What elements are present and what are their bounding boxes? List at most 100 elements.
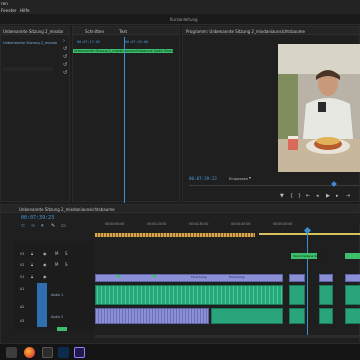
go-to-in-icon[interactable]: ⇤ (306, 194, 310, 199)
tab-text[interactable]: Text (119, 29, 127, 34)
audio-clip-a2[interactable] (289, 308, 305, 324)
menu-item-fenster[interactable]: Fenster (1, 8, 17, 13)
source-clip[interactable]: Unbenannte Sitzung 2_mixdaniaunsichtsbau… (73, 49, 186, 53)
track-target-source[interactable] (37, 283, 47, 327)
reset-icon[interactable]: ↺ (63, 47, 67, 52)
snap-icon[interactable]: ⊂ (21, 224, 25, 229)
ruler-label: 00:04:00:00 (105, 222, 125, 226)
source-panel: Schnitten Text 00:07:17:02 00:07:42:00 U… (72, 26, 186, 203)
program-monitor: Programm: Unbenannte Sitzung 2_mixdaniau… (182, 26, 360, 202)
audio-clip-a2[interactable] (95, 308, 209, 324)
source-clip-label: Unbenannte Sitzung 2_mixdaniaunsichtsbau… (74, 49, 187, 53)
fx-badge (117, 275, 120, 278)
source-playhead[interactable] (124, 37, 125, 203)
title-bar: Kurzanleitung (0, 14, 360, 25)
video-clip[interactable] (289, 274, 305, 282)
timeline-playhead[interactable] (307, 231, 308, 335)
track-name-audio1: Audio 1 (51, 293, 64, 297)
source-timecode-in: 00:07:17:02 (77, 40, 101, 44)
lightroom-icon[interactable] (58, 347, 69, 358)
captions-icon[interactable]: ▭ (61, 224, 66, 229)
marker-icon[interactable]: ▼ (280, 194, 284, 199)
ruler-label: 00:04:45:00 (231, 222, 251, 226)
track-label-a2[interactable]: A2 (20, 305, 24, 309)
timeline-timecode: 00:07:39:23 (21, 215, 55, 221)
video-clip-label: Forschung (229, 275, 245, 279)
reset-icon[interactable]: ↺ (63, 71, 67, 76)
lock-icon[interactable]: 🔒︎ (31, 274, 33, 279)
in-point-icon[interactable]: { (290, 194, 293, 199)
audio-clip-a3[interactable] (57, 327, 67, 331)
mute-icon[interactable]: M (55, 262, 58, 267)
timeline-tab[interactable]: Unbenannte Sitzung 2_mixdaniaunsichtsbau… (19, 207, 115, 212)
timeline-tabline: Unbenannte Sitzung 2_mixdaniaunsichtsbau… (1, 205, 359, 213)
audio-clip-a1[interactable] (289, 285, 305, 305)
wrench-icon[interactable]: ✎ (51, 224, 55, 229)
files-icon[interactable] (6, 347, 17, 358)
video-frame-image (278, 44, 360, 172)
audio-clip-a1[interactable] (345, 285, 360, 305)
graphic-clip[interactable]: Verschiedene Szene (291, 253, 323, 259)
tab-schnitten[interactable]: Schnitten (85, 29, 104, 34)
source-timecode-out: 00:07:42:00 (125, 40, 149, 44)
ruler-label: 00:04:30:00 (189, 222, 209, 226)
menu-item-ren[interactable]: ren (1, 1, 8, 6)
mute-icon[interactable]: M (55, 251, 58, 256)
audio-clip-a1[interactable] (95, 285, 283, 305)
track-label-v1[interactable]: V1 (20, 275, 24, 279)
eye-icon[interactable]: ◉ (43, 251, 47, 256)
menu-item-hilfe[interactable]: Hilfe (20, 8, 30, 13)
timeline-scrollbar[interactable] (95, 335, 360, 338)
window-title: Kurzanleitung (170, 17, 198, 22)
chevron-down-icon[interactable]: ▾ (249, 175, 251, 180)
track-label-a3[interactable]: A3 (20, 319, 24, 323)
ruler-label: 00:05:00:00 (273, 222, 293, 226)
program-title[interactable]: Programm: Unbenannte Sitzung 2_mixdaniau… (186, 29, 305, 34)
track-name-audio2: Audio 2 (51, 315, 64, 319)
lock-icon[interactable]: 🔒︎ (31, 262, 33, 267)
solo-icon[interactable]: S (65, 251, 68, 256)
premiere-icon[interactable] (74, 347, 85, 358)
project-tabline: Unbenannte Sitzung 2_mixdaniaunsichtsbau… (1, 27, 69, 35)
render-bar-2 (259, 233, 360, 235)
menu-bar: ren Fenster Hilfe (0, 0, 360, 14)
chevron-right-icon[interactable]: › (63, 39, 65, 44)
track-label-v2[interactable]: V2 (20, 263, 24, 267)
add-marker-icon[interactable]: ▾ (41, 224, 44, 229)
media-icon[interactable] (42, 347, 53, 358)
timeline-panel: Unbenannte Sitzung 2_mixdaniaunsichtsbau… (0, 204, 360, 344)
project-row-bg (3, 67, 53, 71)
solo-icon[interactable]: S (65, 262, 68, 267)
render-bar (95, 233, 255, 237)
audio-clip-a1[interactable] (319, 285, 333, 305)
track-label-a1[interactable]: A1 (20, 287, 24, 291)
step-forward-icon[interactable]: ▸ (336, 194, 339, 199)
step-back-icon[interactable]: ◂ (316, 194, 319, 199)
linked-selection-icon[interactable]: ∞ (31, 224, 35, 229)
video-clip-label: Forschung (191, 275, 207, 279)
audio-clip-a2[interactable] (211, 308, 283, 324)
timeline-ruler[interactable]: 00:04:00:00 00:04:15:00 00:04:30:00 00:0… (95, 213, 360, 226)
source-tabline: Schnitten Text (73, 27, 179, 35)
video-clip[interactable] (95, 274, 283, 282)
graphic-clip[interactable] (345, 253, 360, 259)
reset-icon[interactable]: ↺ (63, 55, 67, 60)
project-panel: Unbenannte Sitzung 2_mixdaniaunsichtsbau… (0, 26, 70, 202)
eye-icon[interactable]: ◉ (43, 262, 47, 267)
reset-icon[interactable]: ↺ (63, 63, 67, 68)
fit-dropdown[interactable]: Einpassen (229, 176, 248, 181)
lock-icon[interactable]: 🔒︎ (31, 251, 33, 256)
firefox-icon[interactable] (24, 347, 35, 358)
video-clip[interactable] (345, 274, 360, 282)
out-point-icon[interactable]: } (298, 194, 301, 199)
audio-clip-a2[interactable] (319, 308, 333, 324)
eye-icon[interactable]: ◉ (43, 274, 47, 279)
go-to-out-icon[interactable]: ⇥ (346, 194, 350, 199)
play-icon[interactable]: ▶ (326, 194, 330, 199)
fx-badge (153, 275, 156, 278)
video-clip[interactable] (319, 274, 333, 282)
project-tab[interactable]: Unbenannte Sitzung 2_mixdaniaunsichtsbau… (3, 29, 63, 34)
track-label-v3[interactable]: V3 (20, 252, 24, 256)
project-row[interactable]: Unbenannte Sitzung 2_mixdaniaunsichtsbau… (3, 41, 57, 46)
audio-clip-a2[interactable] (345, 308, 360, 324)
